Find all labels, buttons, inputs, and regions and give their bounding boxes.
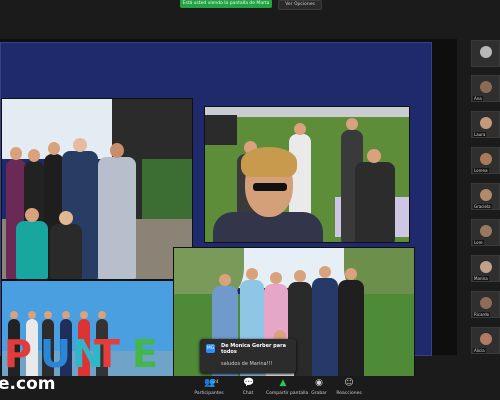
participant-tile[interactable]	[471, 40, 500, 67]
group-photo-garden	[1, 98, 193, 280]
participant-name: Lore	[473, 240, 484, 245]
participant-name: Ricardo	[473, 312, 491, 317]
record-icon: ◉	[315, 378, 323, 388]
sign-letter: U	[40, 332, 71, 376]
participant-name: Alicia	[473, 348, 486, 353]
chat-sender: De Monica Gerber para todos	[221, 343, 286, 355]
view-options-button[interactable]: Ver Opciones	[278, 0, 322, 10]
participant-name: Lorena	[473, 168, 489, 173]
reactions-label: Reacciones	[336, 391, 362, 396]
share-screen-icon: ▲	[279, 378, 287, 388]
shared-slide: P U N T E	[0, 42, 432, 385]
participant-tile[interactable]: Laura	[471, 111, 500, 138]
participants-count: 24	[213, 380, 219, 385]
record-button[interactable]: ◉ Grabar	[302, 378, 336, 396]
participant-tile[interactable]: Alicia	[471, 327, 500, 354]
participant-tile[interactable]: Ricardo	[471, 291, 500, 318]
participants-video-strip: Ana Laura Lorena Graciela Lore Marina Ri…	[471, 40, 500, 358]
reactions-icon: ☺	[344, 378, 354, 388]
meeting-toolbar: 👥 24 Participantes 💬 Chat ▲ Compartir pa…	[0, 376, 500, 400]
record-label: Grabar	[311, 391, 327, 396]
share-screen-button[interactable]: ▲ Compartir pantalla	[266, 378, 309, 396]
selfie-park-picnic	[204, 106, 410, 243]
participant-tile[interactable]: Graciela	[471, 183, 500, 210]
chat-icon: 💬	[243, 378, 255, 388]
reactions-button[interactable]: ☺ Reacciones	[332, 378, 366, 396]
sign-letter: T	[94, 332, 120, 376]
participants-button[interactable]: 👥 24 Participantes	[192, 378, 226, 396]
sign-letter: E	[132, 332, 158, 376]
chat-button[interactable]: 💬 Chat	[231, 378, 265, 396]
participant-name: Graciela	[473, 204, 492, 209]
watermark: e.com	[0, 374, 56, 394]
participant-tile[interactable]: Ana	[471, 75, 500, 102]
share-screen-label: Compartir pantalla	[266, 391, 309, 396]
chat-label: Chat	[242, 391, 254, 396]
participants-label: Participantes	[194, 391, 224, 396]
sign-letter: P	[4, 332, 32, 376]
sign-letters: P U N T E	[2, 335, 174, 373]
sender-avatar: MG	[206, 344, 215, 353]
screen-share-banner: Está usted viendo la pantalla de Marta	[180, 0, 272, 8]
participant-tile[interactable]: Marina	[471, 255, 500, 282]
participant-tile[interactable]: Lorena	[471, 147, 500, 174]
participant-name: Marina	[473, 276, 489, 281]
participant-name: Ana	[473, 96, 483, 101]
letters-photo: P U N T E	[1, 280, 175, 382]
chat-message: saludos de Marina!!!	[221, 361, 273, 367]
participant-name: Laura	[473, 132, 487, 137]
chat-notification[interactable]: MG De Monica Gerber para todos saludos d…	[200, 339, 296, 373]
participant-tile[interactable]: Lore	[471, 219, 500, 246]
